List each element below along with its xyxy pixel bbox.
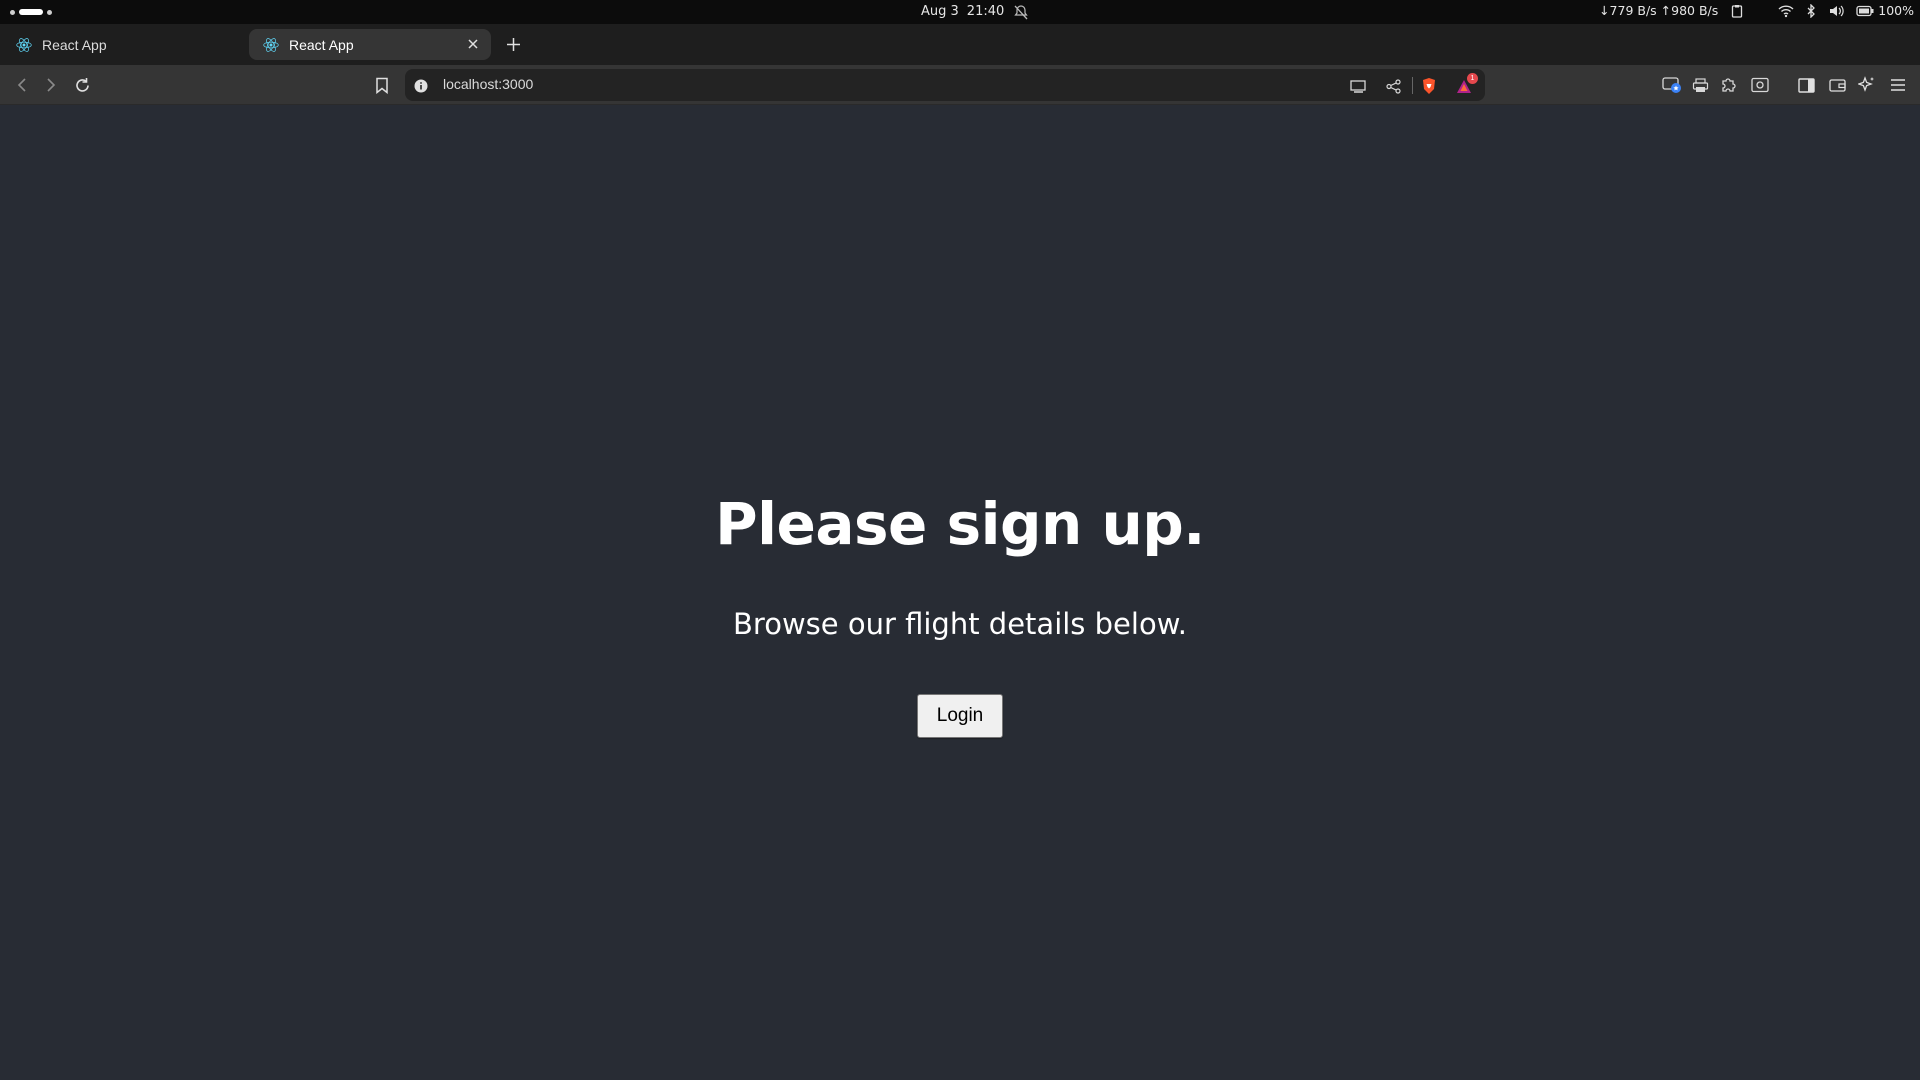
close-icon[interactable]: [465, 36, 481, 52]
brave-rewards-icon[interactable]: 1: [1455, 73, 1478, 95]
chevron-right-icon: [47, 78, 56, 92]
chevron-left-icon: [17, 78, 26, 92]
page-title: Please sign up.: [715, 490, 1205, 558]
battery-status[interactable]: 100%: [1856, 3, 1914, 18]
browser-toolbar: localhost:3000 1: [0, 65, 1920, 105]
screenshot-icon: [1751, 77, 1769, 93]
tab-manager-icon: [1662, 77, 1681, 93]
tab-title: React App: [42, 36, 107, 53]
system-tray[interactable]: ↓779 B/s ↑980 B/s 100%: [1599, 3, 1914, 18]
share-icon[interactable]: [1384, 77, 1402, 95]
plus-icon: [506, 37, 520, 51]
back-button[interactable]: [11, 74, 33, 96]
tab-react-app-1[interactable]: React App: [2, 29, 242, 60]
leo-ai-button[interactable]: [1856, 74, 1878, 96]
tab-strip: React App React App: [0, 24, 1920, 65]
hamburger-menu-icon: [1891, 79, 1905, 91]
network-speed: ↓779 B/s ↑980 B/s: [1599, 3, 1719, 18]
address-bar[interactable]: localhost:3000 1: [405, 69, 1485, 101]
wallet-icon: [1828, 78, 1846, 92]
workspace-dot[interactable]: [10, 9, 15, 15]
extensions-button[interactable]: [1718, 74, 1740, 96]
workspace-indicator[interactable]: [10, 9, 52, 15]
tab-react-app-2[interactable]: React App: [249, 29, 491, 60]
volume-icon[interactable]: [1828, 4, 1844, 18]
reload-icon: [75, 77, 89, 92]
bluetooth-icon[interactable]: [1806, 3, 1816, 18]
react-icon: [263, 37, 279, 53]
url-text[interactable]: localhost:3000: [443, 76, 533, 92]
tab-search-button[interactable]: [1661, 74, 1683, 96]
workspace-active[interactable]: [19, 9, 43, 15]
screenshot-button[interactable]: [1749, 74, 1771, 96]
bookmark-button[interactable]: [371, 74, 393, 96]
reload-button[interactable]: [71, 74, 93, 96]
sparkle-icon: [1858, 76, 1874, 92]
workspace-dot[interactable]: [47, 9, 52, 15]
clipboard-icon[interactable]: [1730, 4, 1744, 18]
login-button[interactable]: Login: [917, 694, 1003, 738]
battery-percent: 100%: [1878, 3, 1914, 18]
print-button[interactable]: [1689, 74, 1711, 96]
bookmark-icon: [376, 77, 388, 94]
wifi-icon[interactable]: [1778, 4, 1794, 18]
notifications-off-icon: [1013, 4, 1029, 24]
new-tab-button[interactable]: [502, 33, 524, 55]
main-menu-button[interactable]: [1887, 74, 1909, 96]
sidebar-icon: [1797, 77, 1815, 93]
page-subtitle: Browse our flight details below.: [733, 607, 1187, 641]
clock-time: 21:40: [966, 4, 1005, 19]
tab-title: React App: [289, 36, 354, 53]
divider: [1412, 77, 1413, 94]
battery-icon: [1856, 5, 1874, 17]
site-info-icon[interactable]: [414, 78, 428, 97]
cast-icon[interactable]: [1349, 77, 1367, 95]
puzzle-icon: [1722, 78, 1736, 92]
clock[interactable]: Aug 3 21:40: [921, 4, 1004, 19]
react-icon: [16, 37, 32, 53]
system-top-bar: Aug 3 21:40 ↓779 B/s ↑980 B/s 100%: [0, 0, 1920, 24]
wallet-button[interactable]: [1826, 74, 1848, 96]
forward-button[interactable]: [40, 74, 62, 96]
clock-date: Aug 3: [921, 4, 959, 19]
brave-shields-icon[interactable]: [1420, 77, 1438, 95]
page-viewport: Please sign up. Browse our flight detail…: [0, 106, 1920, 1080]
sidebar-button[interactable]: [1795, 74, 1817, 96]
rewards-badge: 1: [1467, 73, 1478, 84]
printer-icon: [1692, 77, 1708, 92]
